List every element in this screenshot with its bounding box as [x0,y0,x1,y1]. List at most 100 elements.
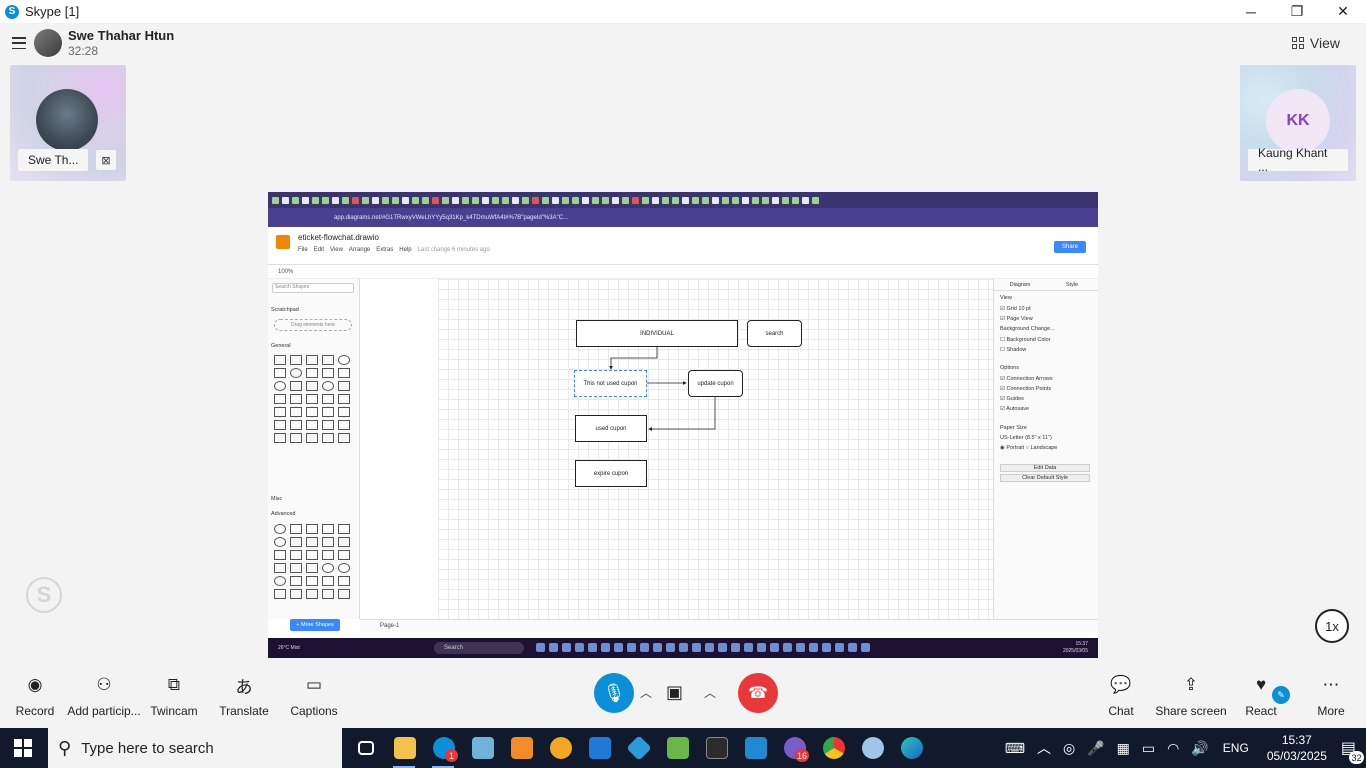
close-button[interactable]: ✕ [1320,0,1366,23]
drawio-connection-points: ☑ Connection Points [1000,386,1052,392]
camera-icon[interactable]: ◎ [1063,740,1075,757]
taskbar-clock[interactable]: 15:37 05/03/2025 [1267,732,1327,764]
view-button[interactable]: View [1291,35,1340,51]
drawio-more-shapes-button: + More Shapes [290,619,340,631]
drawio-page-bar: Page-1 [360,619,1098,632]
terminal-icon[interactable] [697,728,736,768]
volume-icon[interactable]: 🔊 [1191,740,1208,757]
twincam-label: Twincam [150,704,198,718]
maximize-button[interactable]: ❐ [1274,0,1320,23]
participant-tile-remote[interactable]: KK Kaung Khant ... [1240,65,1356,181]
shared-taskbar-apps [536,643,870,652]
app-icon-blue[interactable] [463,728,502,768]
language-indicator[interactable]: ENG [1223,741,1249,755]
caller-avatar[interactable] [34,29,62,57]
grid-view-icon [1291,37,1304,49]
trello-icon[interactable] [580,728,619,768]
paint-icon[interactable] [853,728,892,768]
microphone-icon: 🎙 [602,682,626,703]
drawio-logo-icon [276,235,290,249]
flowchart-node-search: search [747,320,802,347]
drawio-clear-style-button: Clear Default Style [1000,474,1090,482]
windows-start-icon[interactable] [14,739,32,757]
drawio-file-title: eticket-flowchat.drawio [298,233,379,242]
drawio-menu-arrange: Arrange [348,247,371,253]
video-off-button[interactable]: ▣ [666,682,683,703]
viber-icon[interactable]: 16 [775,728,814,768]
participant-name: Swe Th... [18,149,89,171]
captions-icon: ▭ [305,675,323,694]
microphone-button[interactable]: 🎙 [594,673,634,713]
drawio-menu-view: View [330,247,343,253]
windows-taskbar: ⚲ Type here to search 1 16 ⌨ ︿ ◎ 🎤 ▦ ▭ ◠… [0,728,1366,768]
end-call-button[interactable]: ☎ [738,673,778,713]
drawio-header: eticket-flowchat.drawio File Edit View A… [268,227,1098,265]
notification-center-icon[interactable]: ▤ 32 [1341,738,1364,764]
drawio-menu-file: File [298,247,308,253]
participant-initials-avatar: KK [1266,89,1330,153]
window-title: Skype [1] [25,4,80,19]
playback-speed-button[interactable]: 1x [1315,609,1349,643]
app-icon-ring[interactable] [541,728,580,768]
chat-label: Chat [1108,704,1134,718]
spreadsheet-icon[interactable] [658,728,697,768]
battery-icon[interactable]: ▭ [1142,740,1155,757]
drawio-last-change: Last change 6 minutes ago [417,247,490,253]
drawio-shapes-panel: Search Shapes Scratchpad Drag elements h… [268,279,360,631]
keyboard-icon[interactable]: ⌨ [1005,740,1025,757]
skype-taskbar-icon[interactable]: 1 [424,728,463,768]
taskbar-search-box[interactable]: ⚲ Type here to search [48,728,342,768]
call-controls-bar: ◉ Record ⚇ Add particip... ⧉ Twincam あ T… [0,658,1366,728]
vscode-icon[interactable] [736,728,775,768]
drawio-general-shapes [274,355,350,443]
tray-chevron-up-icon[interactable]: ︿ [1037,738,1051,758]
flowchart-node-expire-cupon: expire cupon [575,460,647,487]
shared-screen: app.diagrams.net/#G1TRwxyVWeLhYYy5q31Kp_… [268,192,1098,658]
menu-icon[interactable] [12,37,26,49]
app-icon-orange[interactable] [502,728,541,768]
notification-count: 32 [1349,751,1364,764]
mic-options-chevron-icon[interactable]: ︿ [640,684,652,701]
git-icon[interactable] [619,728,658,768]
drawio-options-label: Options [1000,365,1019,371]
taskbar-date: 05/03/2025 [1266,749,1327,763]
drawio-paper-size-label: Paper Size [1000,425,1027,431]
screen-share-tray-icon[interactable]: ▦ [1117,740,1130,757]
chat-icon: 💬 [1110,675,1132,694]
more-label: More [1317,704,1345,718]
video-options-chevron-icon[interactable]: ︿ [704,684,716,701]
add-person-icon: ⚇ [96,675,112,694]
minimize-button[interactable]: ─ [1228,0,1274,23]
edge-icon[interactable] [892,728,931,768]
share-screen-icon: ⇪ [1183,675,1199,694]
caller-name: Swe Thahar Htun [68,28,175,43]
task-view-icon[interactable] [346,728,385,768]
drawio-guides: ☑ Guides [1000,396,1024,402]
mic-tray-icon[interactable]: 🎤 [1087,740,1104,757]
chrome-icon[interactable] [814,728,853,768]
more-dots-icon: ⋯ [1322,675,1340,694]
drawio-canvas: INDIVIDUAL search This not used cupon up… [438,279,993,619]
drawio-menu-edit: Edit [313,247,325,253]
drawio-drag-hint: Drag elements here [274,319,352,331]
drawio-share-button: Share [1054,241,1086,253]
drawio-paper-size-select: US-Letter (8.5" x 11") [1000,435,1052,441]
translate-icon: あ [235,677,253,697]
drawio-menu-extras: Extras [376,247,394,253]
drawio-zoom: 100% [278,268,294,275]
flowchart-node-not-used-cupon: This not used cupon [574,370,647,397]
participant-name: Kaung Khant ... [1248,146,1348,174]
captions-button[interactable]: ▭ Captions [269,674,359,718]
flowchart-node-individual: INDIVIDUAL [576,320,738,347]
participant-photo [36,89,98,151]
drawio-menu-help: Help [399,247,412,253]
captions-label: Captions [290,704,338,718]
wifi-icon[interactable]: ◠ [1167,740,1179,757]
drawio-bgcolor-option: ☐ Background Color [1000,337,1051,343]
call-header: Swe Thahar Htun 32:28 View Swe Th... ⊠ K… [0,23,1366,191]
drawio-advanced-label: Advanced [271,511,296,517]
participant-tile-self[interactable]: Swe Th... ⊠ [10,65,126,181]
taskbar-pinned-apps: 1 16 [346,728,931,768]
more-button[interactable]: ⋯ More [1286,674,1366,718]
file-explorer-icon[interactable] [385,728,424,768]
